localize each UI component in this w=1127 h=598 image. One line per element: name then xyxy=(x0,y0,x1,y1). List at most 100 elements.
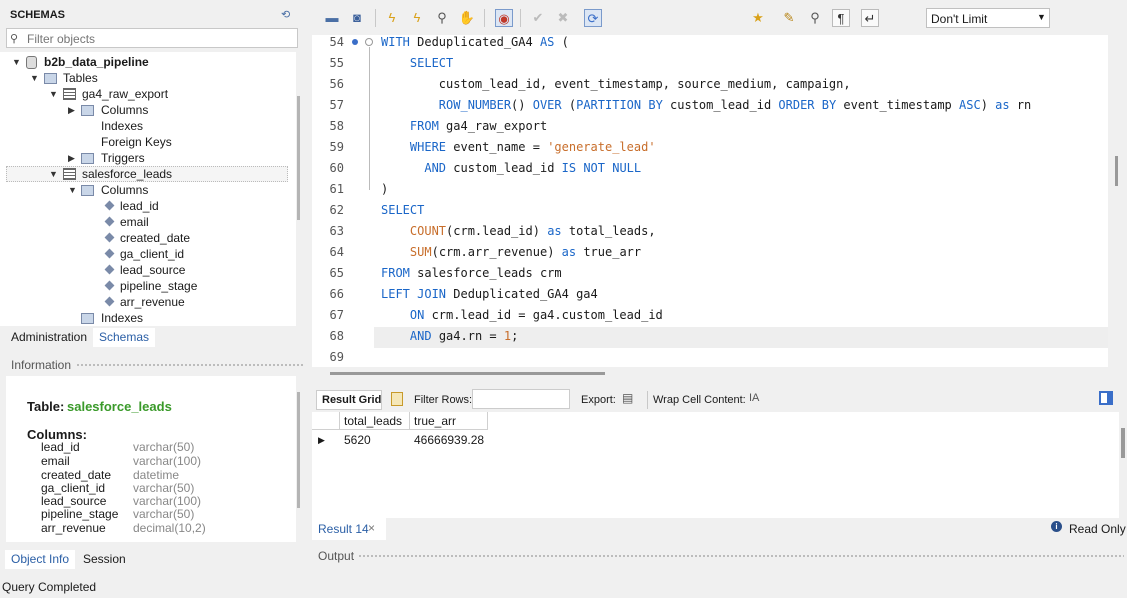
grid-scroll-thumb[interactable] xyxy=(1121,428,1125,458)
tree-item-indexes[interactable]: Indexes xyxy=(101,118,143,134)
line-number: 56 xyxy=(329,77,344,91)
code-line[interactable]: SUM(crm.arr_revenue) as true_arr xyxy=(381,245,641,259)
tree-table-ga4-raw-export[interactable]: ga4_raw_export xyxy=(82,86,168,102)
schemas-title: SCHEMAS xyxy=(10,9,66,21)
info-column-type: varchar(50) xyxy=(133,507,195,521)
tree-column[interactable]: created_date xyxy=(120,230,190,246)
line-number: 60 xyxy=(329,161,344,175)
column-icon xyxy=(104,264,115,275)
tree-column[interactable]: email xyxy=(120,214,149,230)
result-grid[interactable]: total_leads true_arr ▶ 5620 46666939.28 xyxy=(312,412,1119,518)
refresh-schemas-icon[interactable]: ⟲ xyxy=(281,8,293,21)
table-cell[interactable]: 46666939.28 xyxy=(410,431,500,450)
tab-schemas[interactable]: Schemas xyxy=(93,328,156,347)
code-line[interactable]: custom_lead_id, event_timestamp, source_… xyxy=(381,77,851,91)
line-number: 58 xyxy=(329,119,344,133)
toolbar-separator xyxy=(647,391,648,409)
header-grip xyxy=(76,363,304,367)
tree-column[interactable]: pipeline_stage xyxy=(120,278,197,294)
save-icon[interactable]: ◙ xyxy=(348,9,366,27)
commit-icon[interactable]: ✔ xyxy=(529,9,547,27)
code-line[interactable]: COUNT(crm.lead_id) as total_leads, xyxy=(381,224,656,238)
code-line[interactable]: WHERE event_name = 'generate_lead' xyxy=(381,140,656,154)
brush-icon[interactable]: ✎ xyxy=(780,9,798,27)
tree-tables[interactable]: Tables xyxy=(63,70,98,86)
fold-line xyxy=(369,47,370,190)
execute-icon[interactable]: ϟ xyxy=(383,9,401,27)
invisible-chars-icon[interactable]: ¶ xyxy=(832,9,850,27)
information-panel: Table: salesforce_leads Columns: lead_id… xyxy=(6,376,296,542)
tab-administration[interactable]: Administration xyxy=(5,328,93,347)
schema-tree[interactable]: ▼ b2b_data_pipeline ▼ Tables ▼ ga4_raw_e… xyxy=(0,52,296,326)
code-line[interactable]: FROM ga4_raw_export xyxy=(381,119,547,133)
folder-icon xyxy=(81,153,94,164)
database-icon xyxy=(26,56,37,69)
tab-object-info[interactable]: Object Info xyxy=(5,550,76,569)
code-line[interactable]: SELECT xyxy=(381,203,424,217)
fold-toggle-icon[interactable] xyxy=(365,38,373,46)
explain-icon[interactable]: ⚲ xyxy=(433,9,451,27)
tree-schema-b2b-data-pipeline[interactable]: b2b_data_pipeline xyxy=(44,54,149,70)
filter-objects-input-box[interactable]: ⚲ xyxy=(6,28,298,48)
beautify-icon[interactable]: ★ xyxy=(749,9,767,27)
result-grid-label: Result Grid xyxy=(322,394,382,406)
tree-scroll-thumb[interactable] xyxy=(297,96,300,220)
filter-objects-input[interactable] xyxy=(25,30,297,48)
column-header-total-leads[interactable]: total_leads xyxy=(340,412,410,430)
open-file-icon[interactable]: ▬ xyxy=(323,9,341,27)
tree-column[interactable]: ga_client_id xyxy=(120,246,184,262)
autocommit-icon[interactable]: ⟳ xyxy=(584,9,602,27)
grid-icon[interactable] xyxy=(391,392,403,406)
filter-rows-input[interactable] xyxy=(472,389,570,409)
export-icon[interactable]: ▤ xyxy=(622,391,638,407)
toggle-error-icon[interactable]: ◉ xyxy=(495,9,513,27)
code-line[interactable]: ) xyxy=(381,182,388,196)
expand-arrow-icon[interactable]: ▼ xyxy=(68,182,77,198)
editor-scroll-thumb[interactable] xyxy=(1115,156,1118,186)
tree-item-columns[interactable]: Columns xyxy=(101,182,148,198)
expand-arrow-icon[interactable]: ▼ xyxy=(30,70,39,86)
tree-item-columns[interactable]: Columns xyxy=(101,102,148,118)
code-line[interactable]: LEFT JOIN Deduplicated_GA4 ga4 xyxy=(381,287,598,301)
tree-column[interactable]: arr_revenue xyxy=(120,294,185,310)
stop-icon[interactable]: ✋ xyxy=(458,9,476,27)
expand-arrow-icon[interactable]: ▼ xyxy=(49,166,58,182)
wrap-icon[interactable]: ↵ xyxy=(861,9,879,27)
info-column-name: email xyxy=(41,454,70,468)
collapse-arrow-icon[interactable]: ▶ xyxy=(68,150,77,166)
tree-column[interactable]: lead_id xyxy=(120,198,159,214)
editor-scrollbar[interactable] xyxy=(1108,35,1127,367)
find-icon[interactable]: ⚲ xyxy=(806,9,824,27)
toggle-side-panel-icon[interactable] xyxy=(1099,391,1113,405)
table-cell[interactable]: 5620 xyxy=(340,431,410,450)
tree-item-foreign-keys[interactable]: Foreign Keys xyxy=(101,134,172,150)
execute-current-icon[interactable]: ϟ xyxy=(408,9,426,27)
collapse-arrow-icon[interactable]: ▶ xyxy=(68,102,77,118)
expand-arrow-icon[interactable]: ▼ xyxy=(49,86,58,102)
rollback-icon[interactable]: ✖ xyxy=(554,9,572,27)
code-line[interactable]: ON crm.lead_id = ga4.custom_lead_id xyxy=(381,308,663,322)
info-scroll-thumb[interactable] xyxy=(297,392,300,508)
column-header-true-arr[interactable]: true_arr xyxy=(410,412,488,430)
limit-rows-select[interactable]: Don't Limit ▼ xyxy=(926,8,1050,28)
tree-item-indexes[interactable]: Indexes xyxy=(101,310,143,326)
code-line[interactable]: AND custom_lead_id IS NOT NULL xyxy=(381,161,641,175)
code-line[interactable]: WITH Deduplicated_GA4 AS ( xyxy=(381,35,569,49)
tree-column[interactable]: lead_source xyxy=(120,262,185,278)
output-title: Output xyxy=(318,549,355,563)
tab-session[interactable]: Session xyxy=(77,550,132,569)
code-line[interactable]: FROM salesforce_leads crm xyxy=(381,266,562,280)
code-line[interactable]: AND ga4.rn = 1; xyxy=(381,329,518,343)
editor-horizontal-thumb[interactable] xyxy=(330,372,605,375)
code-line[interactable]: SELECT xyxy=(381,56,453,70)
expand-arrow-icon[interactable]: ▼ xyxy=(12,54,21,70)
tree-item-triggers[interactable]: Triggers xyxy=(101,150,145,166)
close-icon[interactable]: × xyxy=(368,521,375,535)
result-toolbar: Result Grid Filter Rows: Export: ▤ Wrap … xyxy=(312,388,1127,412)
line-number: 63 xyxy=(329,224,344,238)
tree-table-salesforce-leads[interactable]: salesforce_leads xyxy=(82,166,172,182)
code-line[interactable]: ROW_NUMBER() OVER (PARTITION BY custom_l… xyxy=(381,98,1032,112)
wrap-cell-icon[interactable]: IA xyxy=(749,392,759,404)
result-tabs: Result 14 × i Read Only xyxy=(312,518,1127,540)
sql-editor[interactable]: 54 WITH Deduplicated_GA4 AS (55 SELECT 56 … xyxy=(312,35,1108,367)
